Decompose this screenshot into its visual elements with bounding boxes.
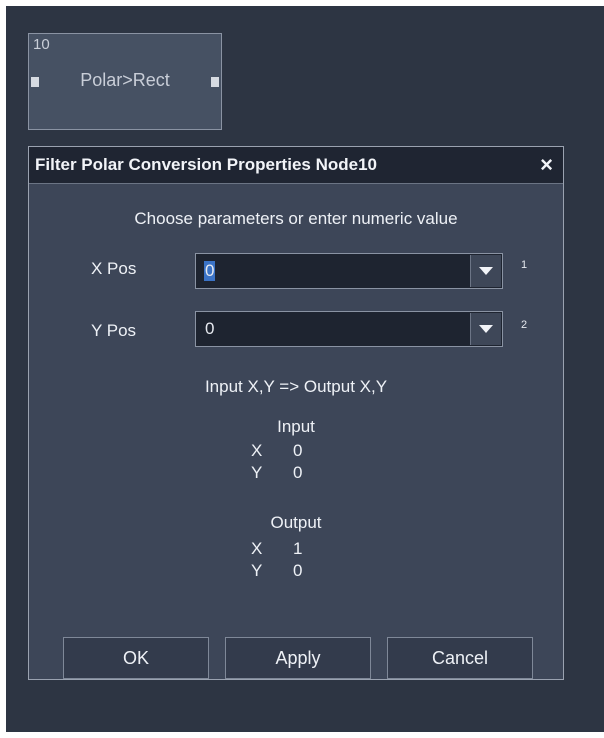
input-x-value: 0	[293, 441, 303, 460]
input-y-value: 0	[293, 463, 303, 482]
node-number: 10	[33, 36, 50, 53]
x-pos-label: X Pos	[91, 259, 137, 278]
input-heading: Input	[277, 417, 315, 436]
chevron-down-icon	[479, 325, 493, 333]
dialog-titlebar[interactable]: Filter Polar Conversion Properties Node1…	[29, 147, 563, 184]
output-x-row: X1	[251, 539, 302, 559]
dialog-title: Filter Polar Conversion Properties Node1…	[35, 155, 377, 174]
y-pos-index: 2	[521, 319, 528, 331]
input-x-label: X	[251, 441, 263, 460]
output-heading: Output	[270, 513, 322, 532]
output-y-label: Y	[251, 561, 263, 580]
y-pos-dropdown-button[interactable]	[470, 313, 501, 345]
x-pos-index: 1	[521, 259, 528, 271]
cancel-button[interactable]: Cancel	[387, 637, 533, 679]
output-y-row: Y0	[251, 561, 302, 581]
output-y-value: 0	[293, 561, 303, 580]
y-pos-combo[interactable]: 0	[195, 311, 503, 347]
node-canvas: 10 Polar>Rect Filter Polar Conversion Pr…	[6, 6, 604, 732]
close-icon[interactable]: ×	[540, 152, 553, 178]
apply-button[interactable]: Apply	[225, 637, 371, 679]
output-x-label: X	[251, 539, 263, 558]
input-y-row: Y0	[251, 463, 302, 483]
y-pos-label: Y Pos	[91, 321, 137, 340]
mapping-text: Input X,Y => Output X,Y	[204, 377, 388, 396]
dialog-prompt: Choose parameters or enter numeric value	[134, 209, 458, 228]
ok-button[interactable]: OK	[63, 637, 209, 679]
input-y-label: Y	[251, 463, 263, 482]
polar-rect-node[interactable]: 10 Polar>Rect	[28, 33, 222, 130]
node-output-port[interactable]	[211, 77, 219, 87]
x-pos-combo[interactable]: 0	[195, 253, 503, 289]
output-x-value: 1	[293, 539, 303, 558]
chevron-down-icon	[479, 267, 493, 275]
properties-dialog: Filter Polar Conversion Properties Node1…	[28, 146, 564, 680]
input-x-row: X0	[251, 441, 302, 461]
node-label: Polar>Rect	[80, 70, 170, 90]
x-pos-value[interactable]: 0	[204, 261, 216, 281]
y-pos-value[interactable]: 0	[204, 319, 215, 339]
x-pos-dropdown-button[interactable]	[470, 255, 501, 287]
